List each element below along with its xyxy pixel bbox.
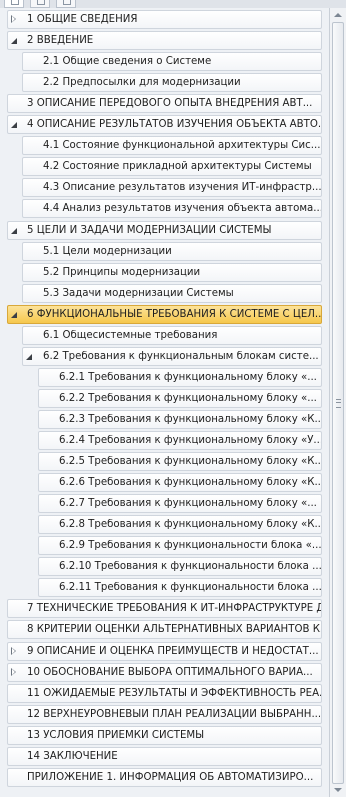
outline-row[interactable]: 14 ЗАКЛЮЧЕНИЕ [7, 747, 322, 766]
outline-row[interactable]: 4.3 Описание результатов изучения ИТ-инф… [22, 178, 322, 197]
outline-row-label: 6.2.2 Требования к функциональному блоку… [59, 393, 317, 404]
expanded-triangle-icon[interactable] [11, 122, 17, 128]
outline-row-label: 6.2.6 Требования к функциональному блоку… [59, 477, 321, 488]
outline-row-label: 2.2 Предпосылки для модернизации [43, 77, 241, 88]
outline-row[interactable]: 4.1 Состояние функциональной архитектуры… [22, 136, 322, 155]
outline-row-label: ПРИЛОЖЕНИЕ 1. ИНФОРМАЦИЯ ОБ АВТОМАТИЗИРО… [27, 772, 314, 783]
outline-row-label: 7 ТЕХНИЧЕСКИЕ ТРЕБОВАНИЯ К ИТ-ИНФРАСТРУК… [27, 603, 321, 614]
outline-row[interactable]: 10 ОБОСНОВАНИЕ ВЫБОРА ОПТИМАЛЬНОГО ВАРИА… [7, 663, 322, 682]
outline-row-label: 6.2.5 Требования к функциональному блоку… [59, 456, 321, 467]
outline-row-label: 6.2.8 Требования к функциональному блоку… [59, 519, 321, 530]
outline-row-label: 4 ОПИСАНИЕ РЕЗУЛЬТАТОВ ИЗУЧЕНИЯ ОБЪЕКТА … [27, 119, 321, 130]
pages-tab[interactable] [30, 0, 50, 8]
results-icon [63, 0, 71, 5]
outline-row[interactable]: 6.2.5 Требования к функциональному блоку… [38, 452, 322, 471]
outline-row[interactable]: 6.2.3 Требования к функциональному блоку… [38, 410, 322, 429]
pages-icon [37, 0, 45, 5]
outline-row[interactable]: 6.2.4 Требования к функциональному блоку… [38, 431, 322, 450]
outline-row[interactable]: 7 ТЕХНИЧЕСКИЕ ТРЕБОВАНИЯ К ИТ-ИНФРАСТРУК… [7, 599, 322, 618]
headings-tab[interactable] [4, 0, 24, 8]
outline-row-label: 11 ОЖИДАЕМЫЕ РЕЗУЛЬТАТЫ И ЭФФЕКТИВНОСТЬ … [27, 688, 321, 699]
outline-row[interactable]: 13 УСЛОВИЯ ПРИЕМКИ СИСТЕМЫ [7, 726, 322, 745]
results-tab[interactable] [56, 0, 76, 8]
outline-row[interactable]: 5.2 Принципы модернизации [22, 263, 322, 282]
scroll-grip-icon [336, 399, 341, 408]
outline-row-label: 10 ОБОСНОВАНИЕ ВЫБОРА ОПТИМАЛЬНОГО ВАРИА… [27, 667, 313, 678]
outline-row[interactable]: 4.4 Анализ результатов изучения объекта … [22, 199, 322, 218]
collapsed-triangle-icon[interactable] [11, 668, 16, 676]
scroll-down-arrow-icon[interactable] [332, 785, 344, 795]
scroll-up-arrow-icon[interactable] [332, 10, 344, 20]
outline-row-label: 4.1 Состояние функциональной архитектуры… [43, 140, 321, 151]
outline-row-label: 4.3 Описание результатов изучения ИТ-инф… [43, 182, 321, 193]
outline-row-label: 9 ОПИСАНИЕ И ОЦЕНКА ПРЕИМУЩЕСТВ И НЕДОСТ… [27, 646, 319, 657]
expanded-triangle-icon[interactable] [11, 312, 17, 318]
outline-row-label: 6.2.9 Требования к функциональности блок… [59, 540, 321, 551]
outline-row[interactable]: 6.2.6 Требования к функциональному блоку… [38, 473, 322, 492]
expanded-triangle-icon[interactable] [26, 354, 32, 360]
outline-row-label: 6.2.4 Требования к функциональному блоку… [59, 435, 321, 446]
outline-row[interactable]: 6.2.10 Требования к функциональности бло… [38, 557, 322, 576]
outline-row[interactable]: 2.2 Предпосылки для модернизации [22, 73, 322, 92]
headings-icon [11, 0, 19, 5]
document-outline-tree: 1 ОБЩИЕ СВЕДЕНИЯ 2 ВВЕДЕНИЕ 2.1 Общие свед… [0, 8, 329, 797]
outline-row[interactable]: 6.2.11 Требования к функциональности бло… [38, 578, 322, 597]
outline-row-label: 14 ЗАКЛЮЧЕНИЕ [27, 751, 118, 762]
outline-row-label: 5.2 Принципы модернизации [43, 267, 201, 278]
outline-row-label: 5.1 Цели модернизации [43, 246, 172, 257]
outline-row-label: 6.1 Общесистемные требования [43, 330, 218, 341]
outline-row[interactable]: 4 ОПИСАНИЕ РЕЗУЛЬТАТОВ ИЗУЧЕНИЯ ОБЪЕКТА … [7, 115, 322, 134]
vertical-scrollbar[interactable] [329, 8, 346, 797]
outline-row-label: 12 ВЕРХНЕУРОВНЕВЫЙ ПЛАН РЕАЛИЗАЦИИ ВЫБРА… [27, 709, 321, 720]
outline-row-label: 3 ОПИСАНИЕ ПЕРЕДОВОГО ОПЫТА ВНЕДРЕНИЯ АВ… [27, 98, 313, 109]
outline-row[interactable]: 8 КРИТЕРИИ ОЦЕНКИ АЛЬТЕРНАТИВНЫХ ВАРИАНТ… [7, 620, 322, 639]
outline-row[interactable]: 6.1 Общесистемные требования [22, 326, 322, 345]
scrollbar-thumb[interactable] [332, 22, 344, 784]
outline-row-label: 2 ВВЕДЕНИЕ [27, 35, 94, 46]
outline-row-label: 6.2 Требования к функциональным блокам с… [43, 351, 319, 362]
outline-row[interactable]: 6.2.2 Требования к функциональному блоку… [38, 389, 322, 408]
outline-row[interactable]: 6.2 Требования к функциональным блокам с… [22, 347, 322, 366]
outline-row[interactable]: 5.1 Цели модернизации [22, 242, 322, 261]
collapsed-triangle-icon[interactable] [11, 15, 16, 23]
outline-row-label: 13 УСЛОВИЯ ПРИЕМКИ СИСТЕМЫ [27, 730, 205, 741]
outline-row[interactable]: 2 ВВЕДЕНИЕ [7, 31, 322, 50]
outline-row[interactable]: ПРИЛОЖЕНИЕ 1. ИНФОРМАЦИЯ ОБ АВТОМАТИЗИРО… [7, 768, 322, 787]
outline-row-label: 1 ОБЩИЕ СВЕДЕНИЯ [27, 14, 138, 25]
collapsed-triangle-icon[interactable] [11, 647, 16, 655]
outline-row[interactable]: 6.2.7 Требования к функциональному блоку… [38, 494, 322, 513]
outline-row[interactable]: 6.2.8 Требования к функциональному блоку… [38, 515, 322, 534]
outline-row[interactable]: 12 ВЕРХНЕУРОВНЕВЫЙ ПЛАН РЕАЛИЗАЦИИ ВЫБРА… [7, 705, 322, 724]
outline-row-label: 6 ФУНКЦИОНАЛЬНЫЕ ТРЕБОВАНИЯ К СИСТЕМЕ С … [27, 309, 321, 320]
outline-row[interactable]: 6.2.9 Требования к функциональности блок… [38, 536, 322, 555]
outline-row[interactable]: 4.2 Состояние прикладной архитектуры Сис… [22, 157, 322, 176]
outline-row[interactable]: 1 ОБЩИЕ СВЕДЕНИЯ [7, 10, 322, 29]
outline-row[interactable]: 5 ЦЕЛИ И ЗАДАЧИ МОДЕРНИЗАЦИИ СИСТЕМЫ [7, 221, 322, 240]
outline-row-label: 6.2.10 Требования к функциональности бло… [59, 561, 321, 572]
outline-row[interactable]: 11 ОЖИДАЕМЫЕ РЕЗУЛЬТАТЫ И ЭФФЕКТИВНОСТЬ … [7, 684, 322, 703]
outline-row-label: 8 КРИТЕРИИ ОЦЕНКИ АЛЬТЕРНАТИВНЫХ ВАРИАНТ… [27, 624, 321, 635]
outline-row[interactable]: 2.1 Общие сведения о Системе [22, 52, 322, 71]
outline-row-label: 6.2.11 Требования к функциональности бло… [59, 582, 321, 593]
outline-row-label: 6.2.7 Требования к функциональному блоку… [59, 498, 317, 509]
outline-row-label: 4.4 Анализ результатов изучения объекта … [43, 203, 321, 214]
expanded-triangle-icon[interactable] [11, 38, 17, 44]
outline-row[interactable]: 9 ОПИСАНИЕ И ОЦЕНКА ПРЕИМУЩЕСТВ И НЕДОСТ… [7, 642, 322, 661]
outline-row-label: 5.3 Задачи модернизации Системы [43, 288, 234, 299]
outline-row[interactable]: 5.3 Задачи модернизации Системы [22, 284, 322, 303]
outline-row-label: 2.1 Общие сведения о Системе [43, 56, 212, 67]
outline-row[interactable]: 6.2.1 Требования к функциональному блоку… [38, 368, 322, 387]
outline-row-label: 6.2.3 Требования к функциональному блоку… [59, 414, 321, 425]
outline-row-label: 4.2 Состояние прикладной архитектуры Сис… [43, 161, 312, 172]
outline-row-label: 6.2.1 Требования к функциональному блоку… [59, 372, 317, 383]
outline-row[interactable]: 6 ФУНКЦИОНАЛЬНЫЕ ТРЕБОВАНИЯ К СИСТЕМЕ С … [7, 305, 322, 324]
expanded-triangle-icon[interactable] [11, 228, 17, 234]
navigation-pane-tabs [0, 0, 346, 8]
outline-row[interactable]: 3 ОПИСАНИЕ ПЕРЕДОВОГО ОПЫТА ВНЕДРЕНИЯ АВ… [7, 94, 322, 113]
outline-row-label: 5 ЦЕЛИ И ЗАДАЧИ МОДЕРНИЗАЦИИ СИСТЕМЫ [27, 225, 272, 236]
